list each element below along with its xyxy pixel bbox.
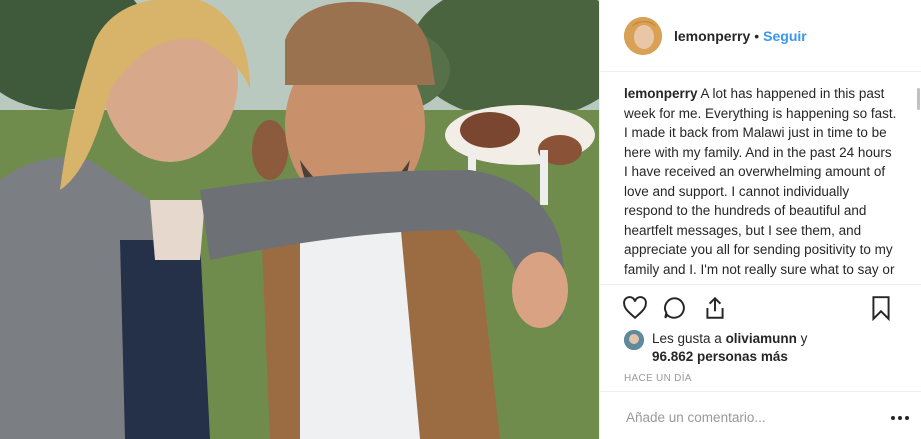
instagram-post: lemonperry • Seguir lemonperry A lot has… <box>0 0 921 439</box>
post-photo[interactable] <box>0 0 599 439</box>
caption-username[interactable]: lemonperry <box>624 86 698 101</box>
caption-scrollbar[interactable] <box>917 88 920 110</box>
heart-icon[interactable] <box>622 295 648 321</box>
post-header: lemonperry • Seguir <box>600 0 921 72</box>
liker-avatar[interactable] <box>624 330 644 350</box>
post-timestamp[interactable]: HACE UN DÍA <box>624 373 692 384</box>
avatar[interactable] <box>624 16 662 55</box>
liker-username[interactable]: oliviamunn <box>726 331 797 346</box>
share-icon[interactable] <box>702 295 728 321</box>
likes-prefix: Les gusta a <box>652 331 726 346</box>
bookmark-icon[interactable] <box>868 295 894 322</box>
caption-text: A lot has happened in this past week for… <box>624 86 897 282</box>
action-bar <box>600 284 921 328</box>
comment-input[interactable] <box>624 406 868 428</box>
photo-illustration <box>0 0 599 439</box>
follow-button[interactable]: Seguir <box>763 28 807 44</box>
likes-summary: Les gusta a oliviamunn y 96.862 personas… <box>624 330 904 366</box>
separator-dot: • <box>754 27 760 44</box>
likes-count[interactable]: 96.862 personas más <box>652 349 788 364</box>
username-link[interactable]: lemonperry <box>674 28 750 44</box>
likes-middle: y <box>796 331 808 346</box>
comment-box <box>600 391 921 439</box>
post-side-panel: lemonperry • Seguir lemonperry A lot has… <box>599 0 921 439</box>
speech-bubble-icon[interactable] <box>662 295 688 321</box>
ellipsis-icon[interactable] <box>890 410 910 420</box>
avatar-image <box>624 16 662 55</box>
caption: lemonperry A lot has happened in this pa… <box>624 84 898 282</box>
